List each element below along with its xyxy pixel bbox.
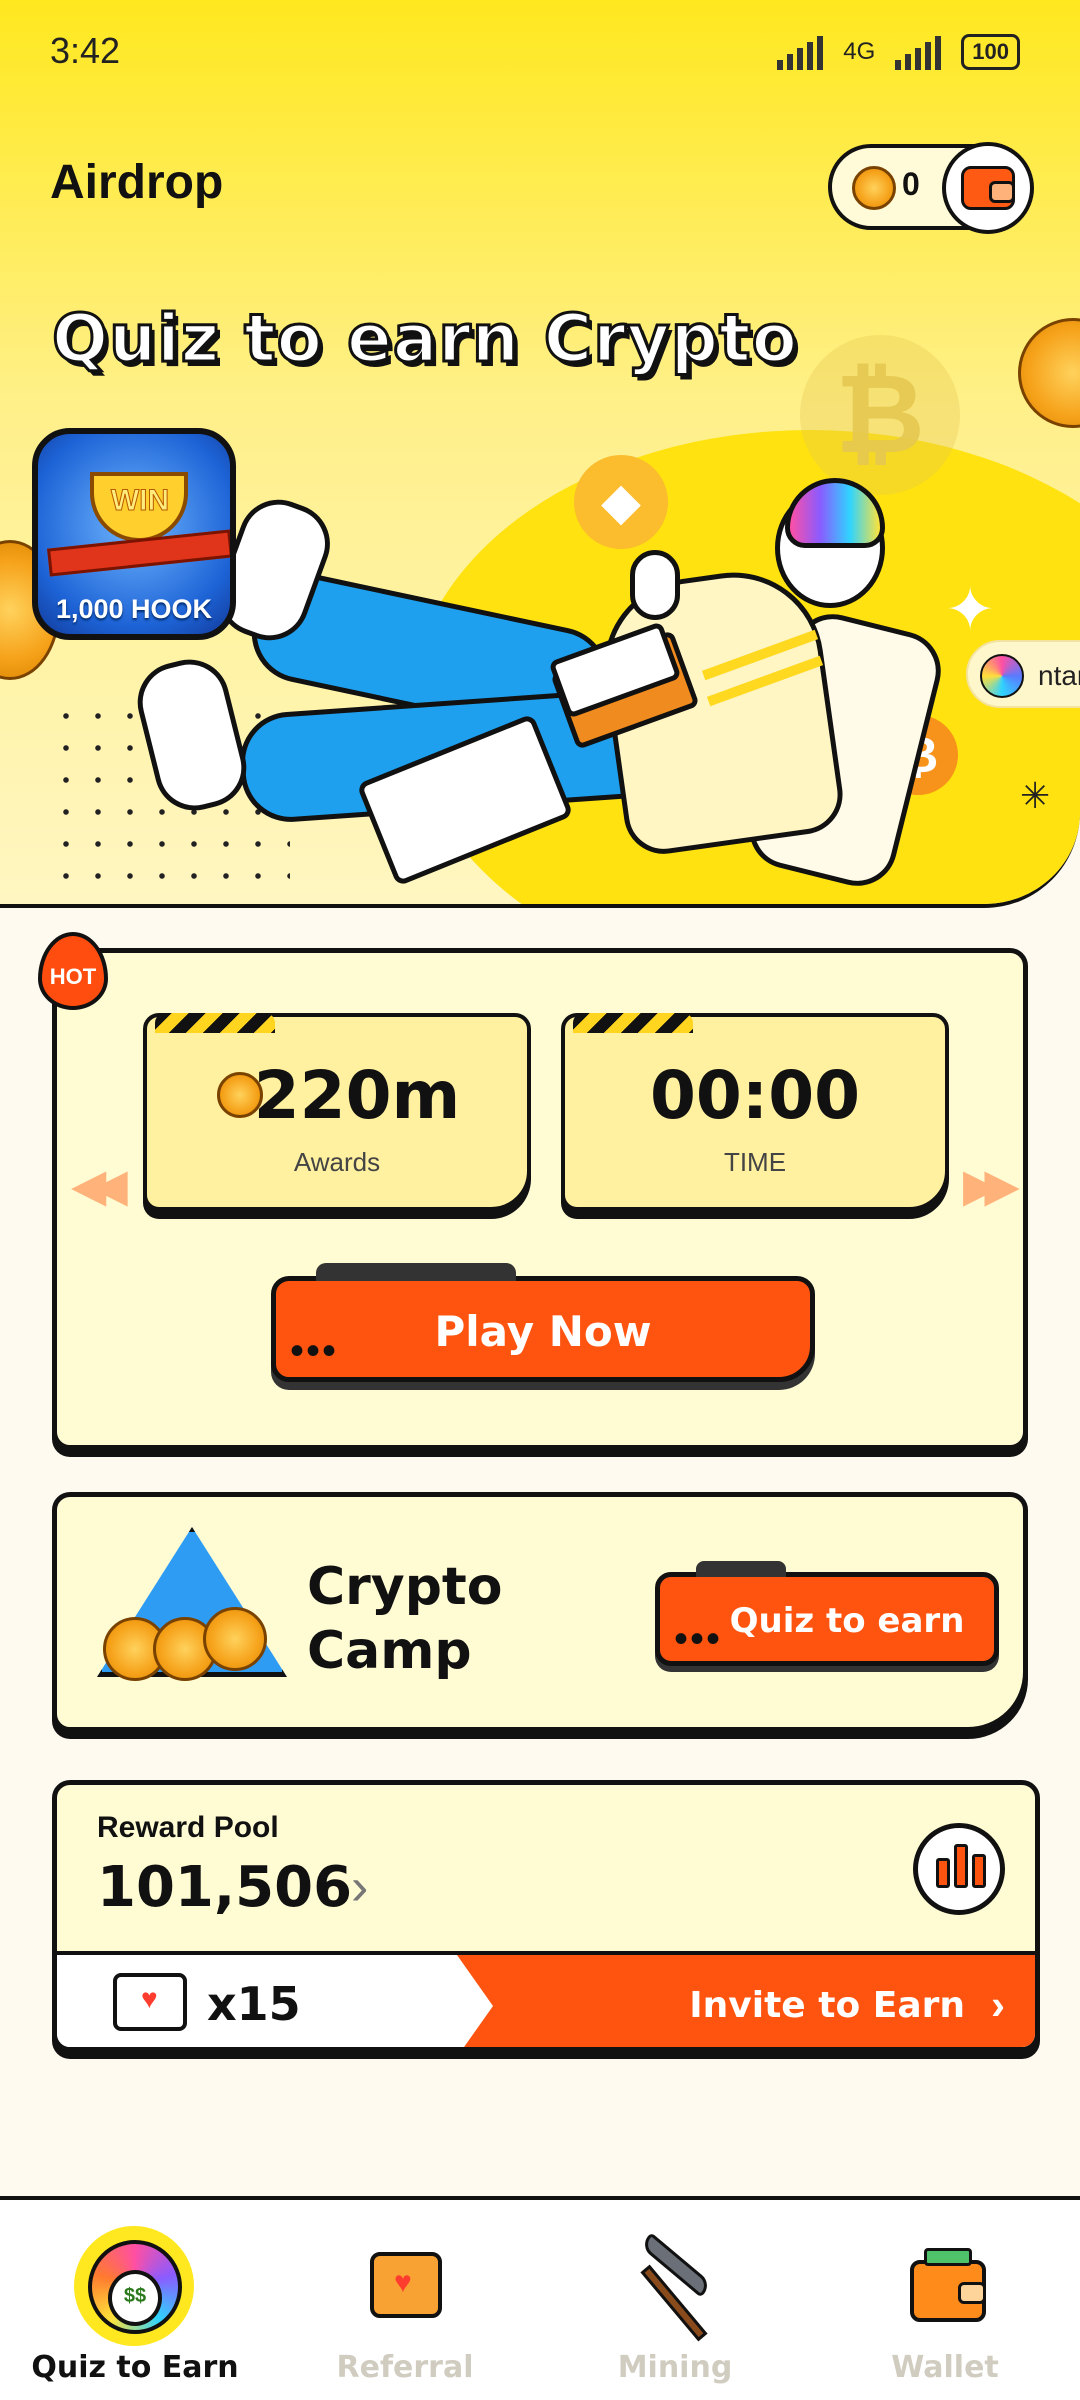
envelope-heart-icon: ♥ bbox=[113, 1973, 187, 2031]
heart-icon: ♥ bbox=[394, 2266, 412, 2299]
status-indicators: 4G 100 bbox=[777, 34, 1020, 70]
quiz-card: ◀◀ ▶▶ 220m Awards 00:00 TIME ••• Play No… bbox=[52, 948, 1028, 1450]
nav-item-wallet[interactable]: Wallet bbox=[810, 2200, 1080, 2400]
network-label: 4G bbox=[843, 38, 876, 65]
awards-value: 220m bbox=[253, 1057, 461, 1134]
bar-chart-icon-bar-3 bbox=[972, 1854, 986, 1888]
bitcoin-faded-icon: ₿ bbox=[800, 335, 960, 495]
time-label: TIME bbox=[723, 1147, 787, 1177]
reward-pool-label: Reward Pool bbox=[97, 1811, 279, 1844]
heart-icon: ♥ bbox=[141, 1983, 158, 2014]
ticker-text: ntar bbox=[1038, 660, 1080, 691]
avatar-face: $$ bbox=[108, 2270, 162, 2326]
camp-title: Crypto Camp bbox=[307, 1557, 503, 1681]
wallet-button[interactable] bbox=[942, 142, 1034, 234]
quiz-to-earn-button[interactable]: ••• Quiz to earn bbox=[655, 1561, 999, 1666]
nav-label-wallet: Wallet bbox=[891, 2350, 999, 2385]
sparkle-icon-small: ✳ bbox=[1020, 775, 1051, 816]
signal-icon bbox=[777, 34, 824, 70]
binance-icon: ◆ bbox=[574, 455, 668, 549]
illustration-hand bbox=[630, 550, 680, 620]
signal-icon-2 bbox=[895, 34, 942, 70]
quiz-to-earn-label: Quiz to earn bbox=[729, 1601, 965, 1641]
nav-label-mining: Mining bbox=[617, 2350, 733, 2385]
nav-label-quiz-to-earn: Quiz to Earn bbox=[31, 2350, 239, 2385]
prize-badge[interactable]: WIN 1,000 HOOK bbox=[32, 428, 236, 640]
bar-chart-icon bbox=[936, 1858, 950, 1888]
next-arrow-icon[interactable]: ▶▶ bbox=[963, 1158, 1020, 1212]
hot-badge: HOT bbox=[38, 932, 108, 1010]
reward-pool-value[interactable]: 101,506 bbox=[97, 1855, 352, 1920]
wallet-icon bbox=[961, 166, 1015, 210]
nav-item-referral[interactable]: ♥ Referral bbox=[270, 2200, 540, 2400]
play-now-button[interactable]: ••• Play Now bbox=[271, 1263, 815, 1382]
awards-label: Awards bbox=[293, 1147, 381, 1177]
coin-count: 0 bbox=[902, 166, 920, 202]
chevron-right-icon[interactable]: › bbox=[351, 1857, 368, 1917]
wallet-icon bbox=[910, 2248, 986, 2322]
status-time: 3:42 bbox=[50, 30, 121, 71]
prize-win-text: WIN bbox=[110, 484, 170, 518]
hero-banner: ₿ 3:42 4G 100 Airdrop 0 Quiz to earn Cry… bbox=[0, 0, 1080, 908]
time-value: 00:00 bbox=[649, 1057, 861, 1134]
envelope-heart-icon: ♥ bbox=[370, 2252, 442, 2318]
coin-balance-pill[interactable]: 0 bbox=[828, 142, 1034, 234]
sparkle-icon: ✦ bbox=[945, 576, 996, 643]
reward-pool-card: Reward Pool 101,506 › ♥ x15 Invite to Ea… bbox=[52, 1780, 1040, 2052]
page-title: Airdrop bbox=[50, 156, 224, 209]
time-panel: 00:00 TIME bbox=[561, 1013, 949, 1211]
crypto-camp-card[interactable]: Crypto Camp ••• Quiz to earn bbox=[52, 1492, 1028, 1732]
cash-icon bbox=[924, 2248, 972, 2266]
invite-count: x15 bbox=[207, 1977, 301, 2031]
leaderboard-button[interactable] bbox=[913, 1823, 1005, 1915]
nav-item-quiz-to-earn[interactable]: $$ Quiz to Earn bbox=[0, 2200, 270, 2400]
coin-icon-3 bbox=[203, 1607, 267, 1671]
awards-panel: 220m Awards bbox=[143, 1013, 531, 1211]
winner-ticker: ntar bbox=[966, 640, 1080, 708]
nav-label-referral: Referral bbox=[336, 2350, 474, 2385]
play-now-label: Play Now bbox=[434, 1307, 652, 1356]
bottom-navigation: $$ Quiz to Earn ♥ Referral Mining Wallet bbox=[0, 2196, 1080, 2400]
avatar bbox=[980, 654, 1024, 698]
nav-item-mining[interactable]: Mining bbox=[540, 2200, 810, 2400]
chevron-right-icon-invite: › bbox=[991, 1981, 1005, 2028]
prev-arrow-icon[interactable]: ◀◀ bbox=[71, 1158, 128, 1212]
coin-icon bbox=[852, 166, 896, 210]
battery-icon: 100 bbox=[961, 34, 1020, 70]
bar-chart-icon-bar bbox=[954, 1844, 968, 1888]
prize-label: 1,000 HOOK bbox=[55, 594, 213, 624]
coin-icon-decor bbox=[1018, 318, 1080, 428]
wallet-clasp bbox=[958, 2282, 986, 2304]
invite-to-earn-label[interactable]: Invite to Earn bbox=[689, 1985, 965, 2026]
hero-title: Quiz to earn Crypto bbox=[51, 299, 799, 379]
